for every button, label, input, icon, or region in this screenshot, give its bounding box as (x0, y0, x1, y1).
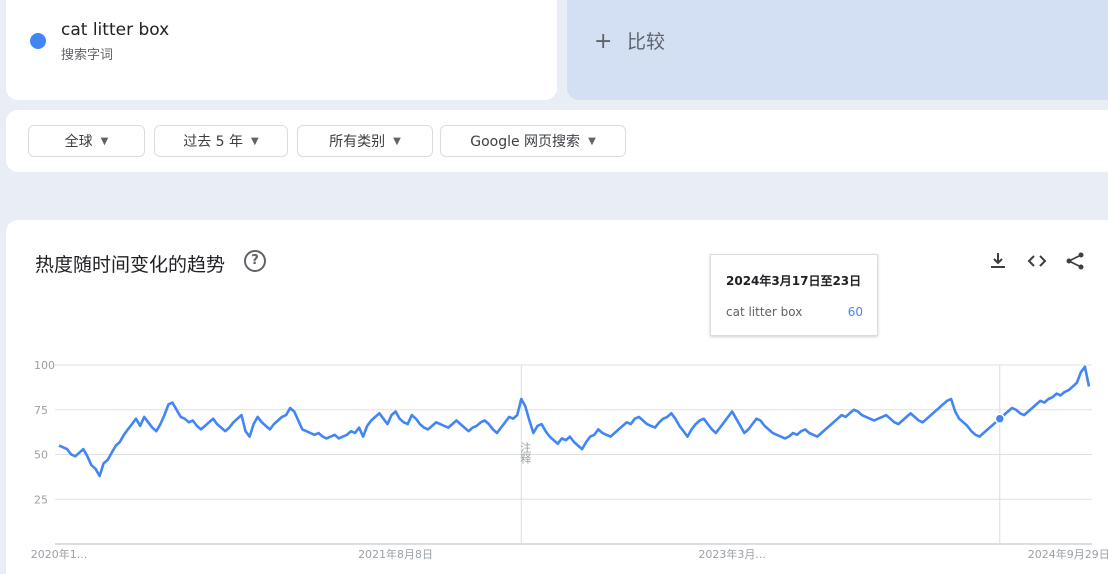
tooltip-date: 2024年3月17日至23日 (726, 274, 862, 288)
note-marker-label: 注释 (519, 441, 532, 465)
y-tick-label: 50 (34, 449, 48, 462)
y-tick-label: 75 (34, 404, 48, 417)
series-line (58, 365, 1091, 478)
y-tick-label: 100 (34, 359, 55, 372)
x-tick-label: 2024年9月29日 (1028, 547, 1108, 561)
data-tooltip: 2024年3月17日至23日 cat litter box 60 (710, 254, 878, 336)
trend-line-chart[interactable]: 25 50 75 100 注释 2020年1... 2021年8月8日 2023年3月... 2… (0, 0, 1108, 574)
tooltip-term: cat litter box (726, 305, 803, 319)
tooltip-value: 60 (847, 305, 863, 319)
x-tick-label: 2021年8月8日 (358, 547, 433, 561)
x-tick-label: 2020年1... (31, 547, 87, 561)
hover-point (994, 413, 1006, 424)
y-tick-label: 25 (34, 493, 48, 506)
x-tick-label: 2023年3月... (698, 547, 765, 561)
